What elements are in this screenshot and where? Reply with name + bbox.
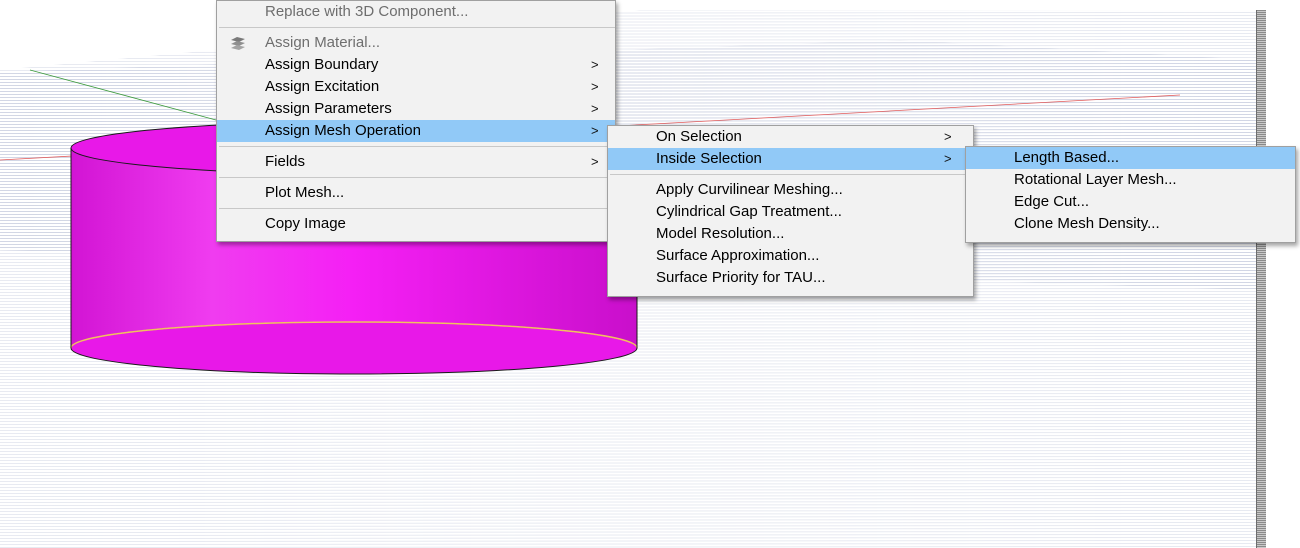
menu-item-label: Edge Cut... bbox=[1014, 193, 1090, 210]
menu-item-label: Assign Excitation bbox=[265, 78, 380, 95]
menu-item-label: Copy Image bbox=[265, 215, 346, 232]
menu-item-surface-priority-tau[interactable]: Surface Priority for TAU... bbox=[608, 267, 973, 289]
menu-item-label: Inside Selection bbox=[656, 150, 762, 167]
vertical-scrollbar[interactable] bbox=[1256, 10, 1266, 548]
menu-item-label: Clone Mesh Density... bbox=[1014, 215, 1160, 232]
menu-item-assign-parameters[interactable]: Assign Parameters > bbox=[217, 98, 615, 120]
menu-item-label: Cylindrical Gap Treatment... bbox=[656, 203, 842, 220]
menu-item-model-resolution[interactable]: Model Resolution... bbox=[608, 223, 973, 245]
menu-item-label: Length Based... bbox=[1014, 149, 1120, 166]
menu-separator bbox=[219, 208, 615, 209]
menu-item-copy-image[interactable]: Copy Image bbox=[217, 213, 615, 235]
menu-separator bbox=[219, 27, 615, 28]
context-menu: Replace with 3D Component... Assign Mate… bbox=[216, 0, 616, 242]
menu-separator bbox=[219, 177, 615, 178]
submenu-arrow-icon: > bbox=[944, 151, 952, 166]
menu-separator bbox=[610, 174, 973, 175]
menu-item-fields[interactable]: Fields > bbox=[217, 151, 615, 173]
submenu-arrow-icon: > bbox=[591, 154, 599, 169]
inside-selection-submenu: Length Based... Rotational Layer Mesh...… bbox=[965, 146, 1296, 243]
material-icon bbox=[231, 37, 245, 50]
menu-item-on-selection[interactable]: On Selection > bbox=[608, 126, 973, 148]
menu-item-assign-mesh-operation[interactable]: Assign Mesh Operation > bbox=[217, 120, 615, 142]
menu-item-label: Assign Mesh Operation bbox=[265, 122, 421, 139]
menu-item-inside-selection[interactable]: Inside Selection > bbox=[608, 148, 973, 170]
right-gutter bbox=[1266, 0, 1300, 548]
menu-item-label: Rotational Layer Mesh... bbox=[1014, 171, 1177, 188]
menu-item-label: Apply Curvilinear Meshing... bbox=[656, 181, 843, 198]
submenu-arrow-icon: > bbox=[944, 129, 952, 144]
menu-item-assign-boundary[interactable]: Assign Boundary > bbox=[217, 54, 615, 76]
menu-item-cylindrical-gap-treatment[interactable]: Cylindrical Gap Treatment... bbox=[608, 201, 973, 223]
menu-item-apply-curvilinear-meshing[interactable]: Apply Curvilinear Meshing... bbox=[608, 179, 973, 201]
menu-item-label: Replace with 3D Component... bbox=[265, 3, 469, 20]
menu-item-label: Model Resolution... bbox=[656, 225, 785, 242]
menu-item-assign-material[interactable]: Assign Material... bbox=[217, 32, 615, 54]
menu-item-label: On Selection bbox=[656, 128, 742, 145]
submenu-arrow-icon: > bbox=[591, 57, 599, 72]
menu-item-label: Fields bbox=[265, 153, 306, 170]
menu-item-replace-3d-component[interactable]: Replace with 3D Component... bbox=[217, 1, 615, 23]
menu-item-plot-mesh[interactable]: Plot Mesh... bbox=[217, 182, 615, 204]
menu-item-label: Plot Mesh... bbox=[265, 184, 345, 201]
menu-item-label: Surface Priority for TAU... bbox=[656, 269, 826, 286]
menu-item-assign-excitation[interactable]: Assign Excitation > bbox=[217, 76, 615, 98]
menu-item-length-based[interactable]: Length Based... bbox=[966, 147, 1295, 169]
menu-item-label: Assign Material... bbox=[265, 34, 381, 51]
menu-separator bbox=[219, 146, 615, 147]
menu-item-clone-mesh-density[interactable]: Clone Mesh Density... bbox=[966, 213, 1295, 235]
menu-item-label: Surface Approximation... bbox=[656, 247, 820, 264]
submenu-arrow-icon: > bbox=[591, 79, 599, 94]
menu-item-surface-approximation[interactable]: Surface Approximation... bbox=[608, 245, 973, 267]
mesh-operation-submenu: On Selection > Inside Selection > Apply … bbox=[607, 125, 974, 297]
menu-item-rotational-layer-mesh[interactable]: Rotational Layer Mesh... bbox=[966, 169, 1295, 191]
menu-item-label: Assign Boundary bbox=[265, 56, 379, 73]
menu-item-edge-cut[interactable]: Edge Cut... bbox=[966, 191, 1295, 213]
submenu-arrow-icon: > bbox=[591, 123, 599, 138]
menu-item-label: Assign Parameters bbox=[265, 100, 392, 117]
submenu-arrow-icon: > bbox=[591, 101, 599, 116]
